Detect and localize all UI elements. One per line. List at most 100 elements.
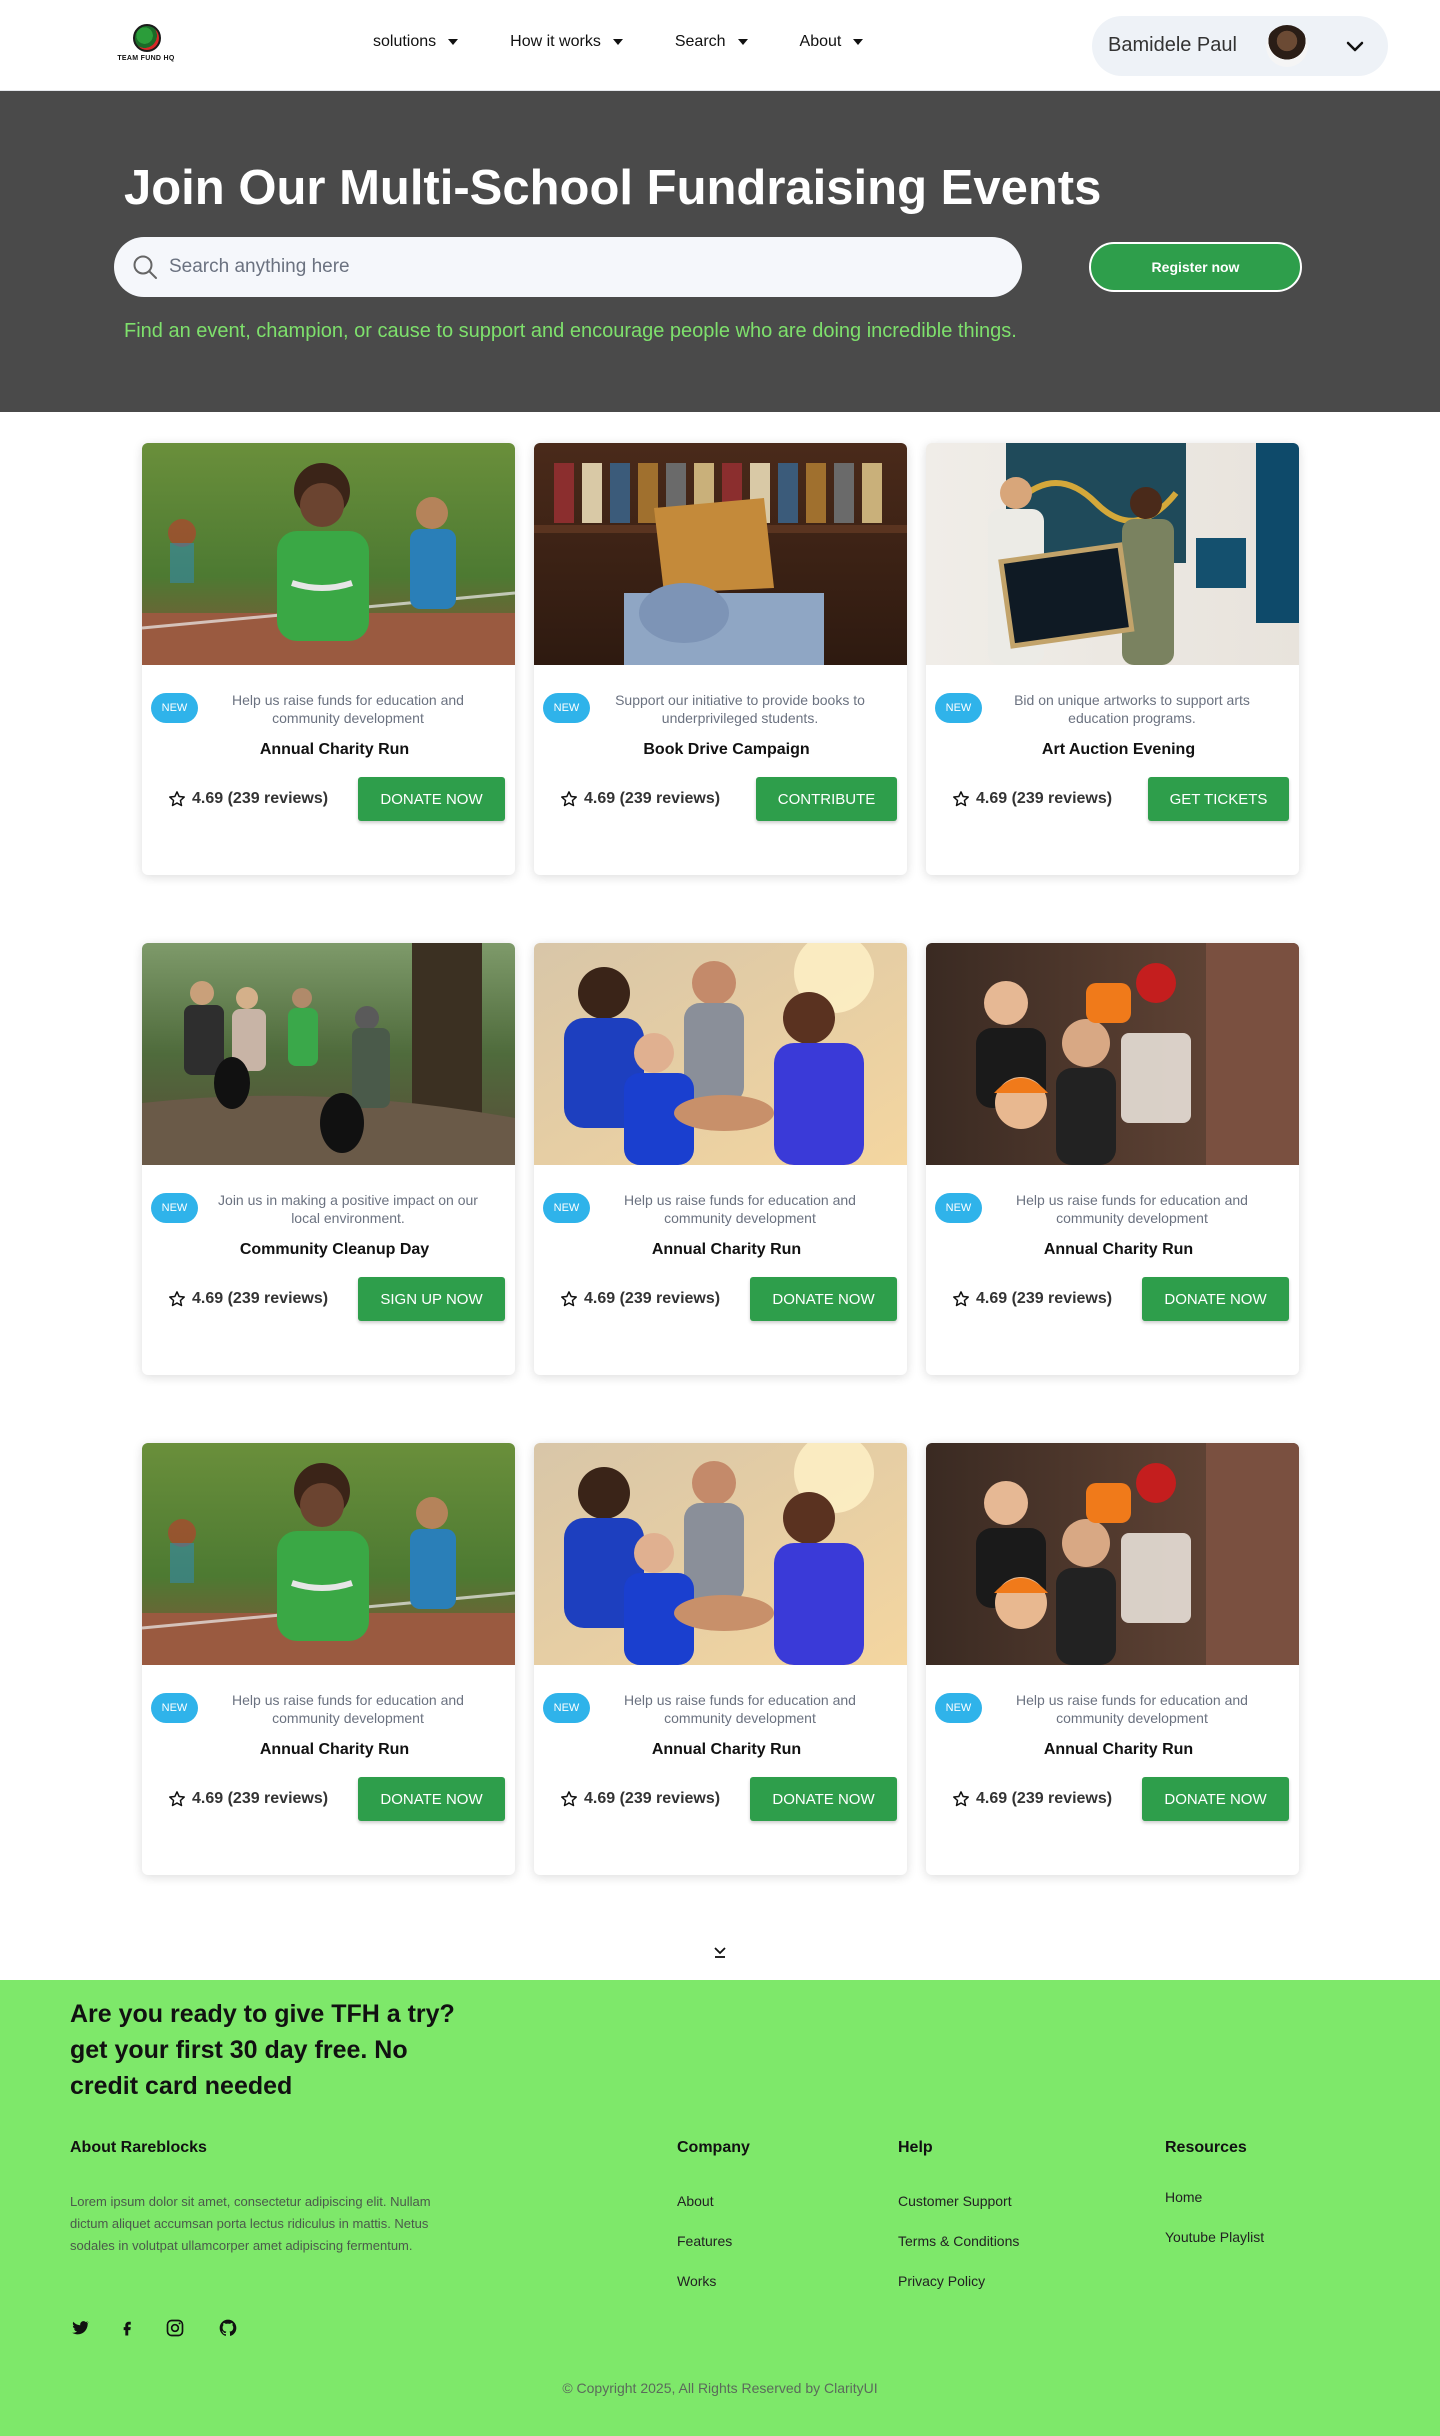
footer: Are you ready to give TFH a try? get you…: [0, 1980, 1440, 2436]
nav-link-about[interactable]: About: [800, 33, 864, 51]
nav-link-label: solutions: [373, 33, 437, 50]
github-icon[interactable]: [218, 2318, 238, 2338]
star-icon: [953, 1791, 969, 1807]
footer-link-home[interactable]: Home: [1165, 2189, 1202, 2205]
event-action-button[interactable]: DONATE NOW: [1142, 1277, 1289, 1321]
event-card[interactable]: NEW Help us raise funds for education an…: [142, 443, 515, 875]
event-title: Annual Charity Run: [259, 1741, 410, 1758]
event-description: Support our initiative to provide books …: [615, 692, 865, 726]
event-image: [142, 943, 515, 1165]
resources-heading: Resources: [1165, 2139, 1247, 2156]
nav-link-label: About: [799, 33, 842, 50]
nav-links: solutions How it works Search About: [373, 33, 915, 51]
event-rating: 4.69 (239 reviews): [560, 1790, 720, 1808]
event-image: [926, 943, 1299, 1165]
event-card[interactable]: NEW Help us raise funds for education an…: [926, 943, 1299, 1375]
event-action-button[interactable]: DONATE NOW: [358, 1777, 505, 1821]
event-action-button[interactable]: DONATE NOW: [750, 1777, 897, 1821]
event-rating: 4.69 (239 reviews): [168, 1290, 328, 1308]
logo[interactable]: TEAM FUND HQ: [115, 24, 177, 68]
event-card[interactable]: NEW Help us raise funds for education an…: [534, 1443, 907, 1875]
event-rating: 4.69 (239 reviews): [952, 790, 1112, 808]
caret-down-icon: [853, 39, 864, 45]
user-menu[interactable]: Bamidele Paul: [1092, 16, 1388, 76]
event-image: [142, 443, 515, 665]
instagram-icon[interactable]: [165, 2318, 185, 2338]
nav-link-solutions[interactable]: solutions: [373, 33, 459, 51]
rating-text: 4.69 (239 reviews): [584, 790, 721, 807]
event-action-button[interactable]: SIGN UP NOW: [358, 1277, 505, 1321]
new-badge: NEW: [151, 693, 198, 723]
footer-link-youtube[interactable]: Youtube Playlist: [1165, 2229, 1264, 2245]
event-description: Help us raise funds for education and co…: [624, 1192, 856, 1226]
event-description: Help us raise funds for education and co…: [1016, 1192, 1248, 1226]
new-badge: NEW: [543, 1693, 590, 1723]
event-image: [926, 1443, 1299, 1665]
footer-link-features[interactable]: Features: [677, 2233, 732, 2249]
help-heading: Help: [898, 2139, 933, 2156]
event-card-body: NEW Join us in making a positive impact …: [142, 1165, 515, 1375]
caret-down-icon: [448, 39, 459, 45]
new-badge: NEW: [543, 693, 590, 723]
event-action-button[interactable]: DONATE NOW: [750, 1277, 897, 1321]
star-icon: [953, 1291, 969, 1307]
event-card-body: NEW Bid on unique artworks to support ar…: [926, 665, 1299, 875]
event-card-body: NEW Help us raise funds for education an…: [926, 1665, 1299, 1875]
event-card-body: NEW Help us raise funds for education an…: [926, 1165, 1299, 1375]
nav-link-search[interactable]: Search: [675, 33, 748, 51]
chevron-down-icon[interactable]: [1345, 36, 1365, 56]
event-title: Annual Charity Run: [651, 1241, 802, 1258]
event-card-body: NEW Support our initiative to provide bo…: [534, 665, 907, 875]
search-input[interactable]: [169, 247, 989, 287]
company-heading: Company: [677, 2139, 750, 2156]
footer-link-privacy[interactable]: Privacy Policy: [898, 2273, 985, 2289]
rating-text: 4.69 (239 reviews): [584, 1790, 721, 1807]
event-card[interactable]: NEW Bid on unique artworks to support ar…: [926, 443, 1299, 875]
event-description: Help us raise funds for education and co…: [624, 1692, 856, 1726]
event-image: [926, 443, 1299, 665]
user-name: Bamidele Paul: [1108, 34, 1237, 56]
event-card[interactable]: NEW Help us raise funds for education an…: [926, 1443, 1299, 1875]
register-button[interactable]: Register now: [1089, 242, 1302, 292]
event-action-button[interactable]: CONTRIBUTE: [756, 777, 897, 821]
footer-link-terms[interactable]: Terms & Conditions: [898, 2233, 1019, 2249]
logo-globe-icon: [133, 24, 161, 52]
rating-text: 4.69 (239 reviews): [192, 1290, 329, 1307]
event-card-body: NEW Help us raise funds for education an…: [142, 1665, 515, 1875]
event-card-body: NEW Help us raise funds for education an…: [534, 1665, 907, 1875]
avatar[interactable]: [1266, 25, 1308, 67]
nav-link-label: How it works: [510, 33, 601, 50]
scroll-down-icon[interactable]: [712, 1944, 728, 1960]
event-card[interactable]: NEW Help us raise funds for education an…: [534, 943, 907, 1375]
event-image: [534, 943, 907, 1165]
event-title: Art Auction Evening: [1041, 741, 1196, 758]
event-description: Join us in making a positive impact on o…: [218, 1192, 478, 1226]
event-action-button[interactable]: DONATE NOW: [1142, 1777, 1289, 1821]
event-card[interactable]: NEW Support our initiative to provide bo…: [534, 443, 907, 875]
star-icon: [169, 1791, 185, 1807]
nav-link-how-it-works[interactable]: How it works: [510, 33, 623, 51]
event-action-button[interactable]: GET TICKETS: [1148, 777, 1289, 821]
footer-link-works[interactable]: Works: [677, 2273, 716, 2289]
event-image: [534, 443, 907, 665]
caret-down-icon: [737, 39, 748, 45]
event-card[interactable]: NEW Help us raise funds for education an…: [142, 1443, 515, 1875]
footer-link-about[interactable]: About: [677, 2193, 714, 2209]
twitter-icon[interactable]: [70, 2318, 90, 2338]
event-description: Help us raise funds for education and co…: [232, 1692, 464, 1726]
event-card[interactable]: NEW Join us in making a positive impact …: [142, 943, 515, 1375]
event-description: Help us raise funds for education and co…: [1016, 1692, 1248, 1726]
event-image: [142, 1443, 515, 1665]
event-title: Annual Charity Run: [1043, 1241, 1194, 1258]
rating-text: 4.69 (239 reviews): [192, 790, 329, 807]
event-description: Help us raise funds for education and co…: [232, 692, 464, 726]
event-rating: 4.69 (239 reviews): [168, 790, 328, 808]
event-title: Annual Charity Run: [259, 741, 410, 758]
caret-down-icon: [612, 39, 623, 45]
footer-link-customer-support[interactable]: Customer Support: [898, 2193, 1012, 2209]
hero-section: Join Our Multi-School Fundraising Events…: [0, 91, 1440, 412]
event-action-button[interactable]: DONATE NOW: [358, 777, 505, 821]
event-title: Annual Charity Run: [651, 1741, 802, 1758]
search-bar[interactable]: [114, 237, 1022, 297]
facebook-icon[interactable]: [117, 2318, 137, 2338]
